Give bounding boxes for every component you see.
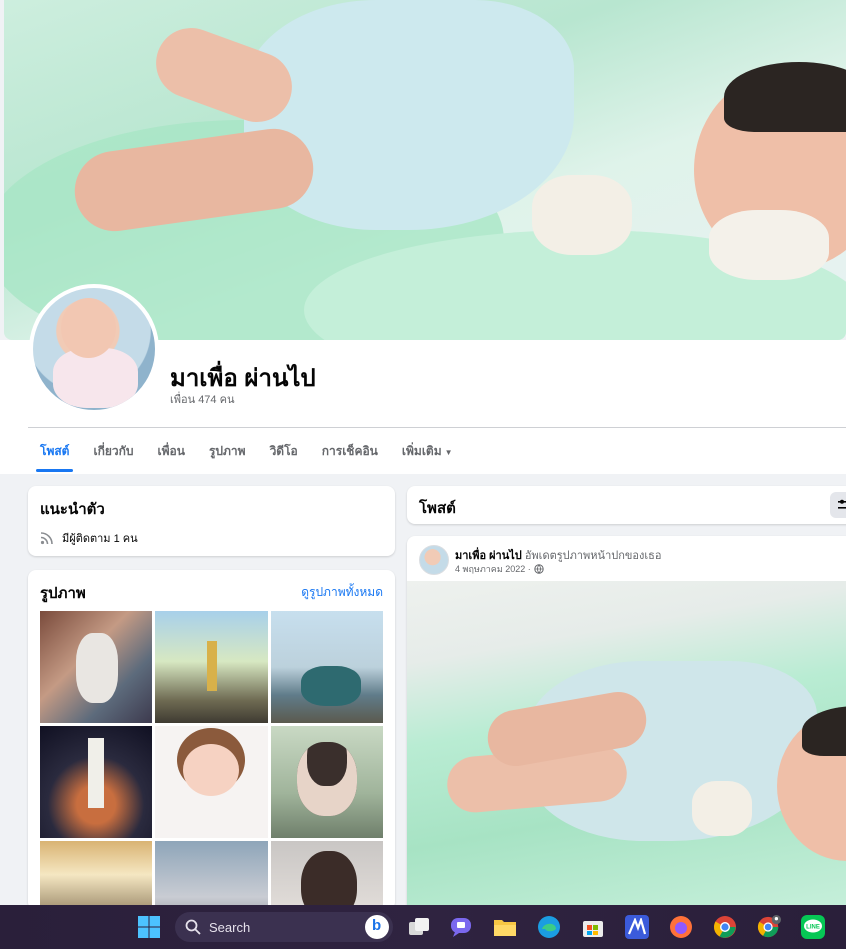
followers-row[interactable]: มีผู้ติดตาม 1 คน	[40, 529, 138, 547]
avatar-face	[61, 298, 116, 358]
cover-photo[interactable]	[4, 0, 846, 340]
tab-label: รูปภาพ	[208, 444, 246, 458]
post-meta: 4 พฤษภาคม 2022 ·	[455, 562, 544, 576]
tab-label: โพสต์	[40, 444, 70, 458]
svg-text:LINE: LINE	[806, 925, 820, 931]
post-photo-mitten	[692, 781, 752, 836]
photos-title: รูปภาพ	[40, 585, 86, 602]
photo-thumbnail-clock-tower-night[interactable]	[40, 726, 152, 838]
app-icon-m[interactable]	[625, 915, 649, 939]
photo-thumbnail-temple[interactable]	[155, 841, 268, 910]
windows-taskbar: Search LINE	[0, 905, 846, 949]
tab-about[interactable]: เกี่ยวกับ	[81, 430, 145, 472]
chrome-profile-icon[interactable]	[757, 915, 781, 939]
line-app-icon[interactable]: LINE	[801, 915, 825, 939]
tab-videos[interactable]: วิดีโอ	[258, 430, 310, 472]
photos-card: รูปภาพ ดูรูปภาพทั้งหมด	[28, 570, 395, 910]
see-all-photos-link[interactable]: ดูรูปภาพทั้งหมด	[301, 583, 383, 602]
photo-thumbnail-puppy[interactable]	[271, 726, 383, 838]
firefox-icon[interactable]	[669, 915, 693, 939]
photo-grid	[40, 611, 383, 910]
friends-count[interactable]: เพื่อน 474 คน	[170, 390, 234, 408]
tab-label: วิดีโอ	[269, 444, 298, 458]
cover-mitten	[532, 175, 632, 255]
file-explorer-icon[interactable]	[493, 915, 517, 939]
profile-avatar[interactable]	[29, 284, 159, 414]
filter-icon	[838, 499, 846, 509]
header-divider	[28, 427, 846, 428]
tab-friends[interactable]: เพื่อน	[146, 430, 197, 472]
tab-label: เกี่ยวกับ	[93, 444, 134, 458]
post-author-avatar[interactable]	[419, 545, 449, 575]
search-icon	[185, 919, 201, 935]
windows-start-icon[interactable]	[137, 915, 161, 939]
photo-thumbnail-naga-statue[interactable]	[271, 611, 383, 723]
tab-photos[interactable]: รูปภาพ	[197, 430, 258, 472]
taskbar-search[interactable]: Search	[175, 912, 393, 942]
tab-checkins[interactable]: การเช็คอิน	[310, 430, 390, 472]
bing-icon[interactable]	[365, 915, 389, 939]
teams-chat-icon[interactable]	[449, 915, 473, 939]
post-author-name[interactable]: มาเพื่อ ผ่านไป	[455, 550, 522, 562]
tab-more[interactable]: เพิ่มเติม ▼	[390, 430, 465, 472]
cover-baby-hair	[724, 62, 846, 132]
post-date[interactable]: 4 พฤษภาคม 2022 ·	[455, 562, 531, 576]
posts-header-card: โพสต์	[407, 486, 846, 524]
caret-down-icon: ▼	[444, 448, 453, 457]
intro-card: แนะนำตัว มีผู้ติดตาม 1 คน	[28, 486, 395, 556]
post-photo[interactable]	[407, 581, 846, 916]
task-view-icon[interactable]	[407, 915, 431, 939]
followers-text: มีผู้ติดตาม 1 คน	[62, 533, 138, 545]
cover-mitten	[709, 210, 829, 280]
photo-thumbnail-cartoon-girl[interactable]	[155, 726, 268, 838]
profile-tabs: โพสต์ เกี่ยวกับ เพื่อน รูปภาพ วิดีโอ การ…	[28, 430, 465, 472]
microsoft-store-icon[interactable]	[581, 915, 605, 939]
post-card: มาเพื่อ ผ่านไป อัพเดตรูปภาพหน้าปกของเธอ …	[407, 536, 846, 916]
photo-thumbnail-puppy-2[interactable]	[271, 841, 383, 910]
posts-title: โพสต์	[419, 500, 456, 517]
photo-thumbnail-husky-puppy[interactable]	[40, 611, 152, 723]
edge-icon[interactable]	[537, 915, 561, 939]
photo-thumbnail-sunset[interactable]	[40, 841, 152, 910]
tab-posts[interactable]: โพสต์	[28, 430, 81, 472]
post-action: อัพเดตรูปภาพหน้าปกของเธอ	[524, 550, 662, 562]
tab-label: เพื่อน	[157, 444, 185, 458]
rss-icon	[40, 532, 53, 545]
intro-title: แนะนำตัว	[40, 501, 105, 518]
tab-label: การเช็คอิน	[321, 444, 378, 458]
search-label: Search	[209, 919, 251, 935]
tab-label: เพิ่มเติม	[401, 444, 442, 458]
photo-thumbnail-statue-park[interactable]	[155, 611, 268, 723]
chrome-icon[interactable]	[713, 915, 737, 939]
filter-button[interactable]	[830, 492, 846, 518]
globe-icon	[534, 564, 544, 574]
